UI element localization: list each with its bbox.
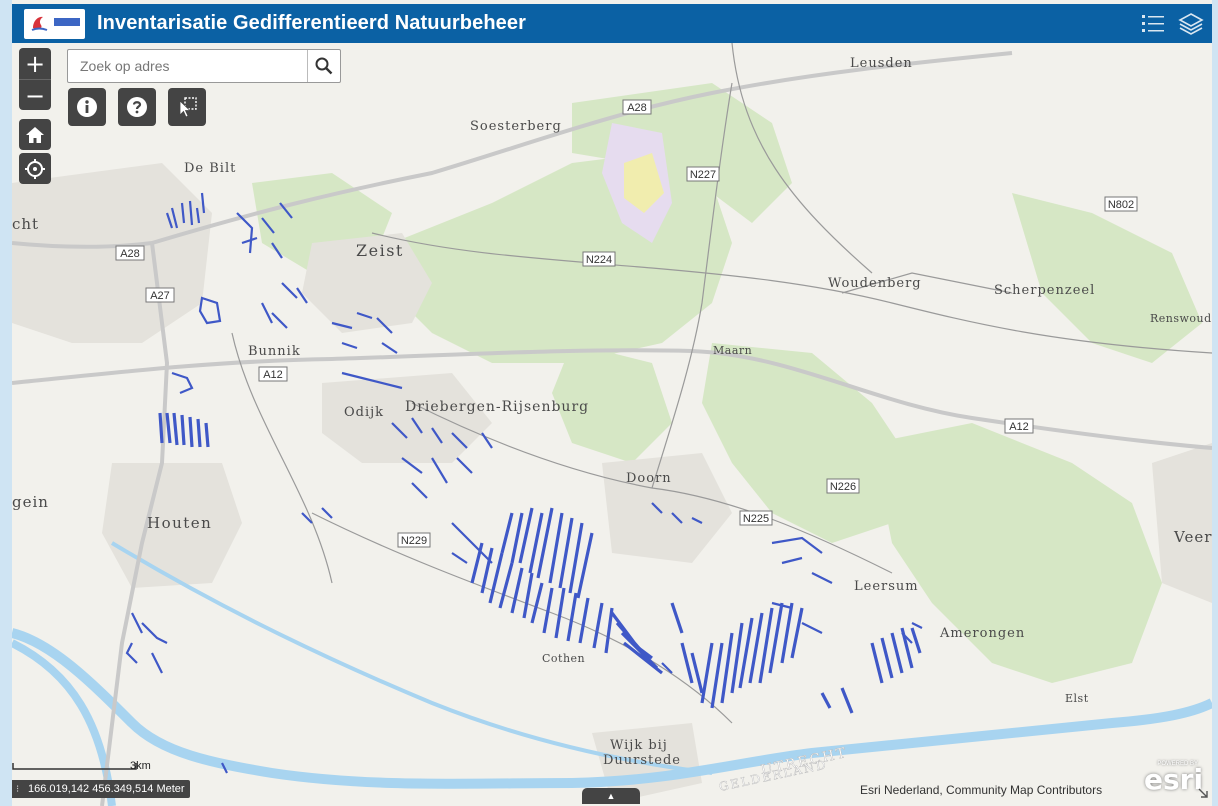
question-icon	[127, 97, 147, 117]
road-shield-a12-east: A12	[1004, 418, 1034, 434]
place-duurstede: Duurstede	[603, 753, 681, 768]
map-view[interactable]: A28 N227 N802 A28 N224 A27 A12 A12 N226 …	[12, 43, 1212, 806]
magnifier-icon	[315, 57, 333, 75]
home-icon	[26, 126, 44, 143]
bird-logo-icon	[31, 16, 48, 31]
place-wijk-bij: Wijk bij	[610, 738, 668, 753]
road-shield-a28-north: A28	[622, 99, 652, 115]
road-shield-n224: N224	[582, 251, 616, 267]
place-maarn: Maarn	[713, 344, 752, 357]
app-header: Inventarisatie Gedifferentieerd Natuurbe…	[12, 4, 1212, 43]
road-shield-n227: N227	[686, 166, 720, 182]
home-button[interactable]	[19, 119, 51, 150]
zoom-in-button[interactable]: +	[19, 48, 51, 80]
search-widget	[67, 49, 341, 83]
svg-text:N229: N229	[401, 535, 427, 547]
road-shield-a27: A27	[145, 287, 175, 303]
info-button[interactable]	[68, 88, 106, 126]
road-shield-n802: N802	[1104, 196, 1138, 212]
place-driebergen: Driebergen-Rijsenburg	[405, 399, 589, 415]
place-nieuwegein: gein	[12, 493, 49, 511]
locate-icon	[25, 158, 45, 179]
place-cothen: Cothen	[542, 652, 585, 665]
info-icon	[77, 97, 97, 117]
place-zeist: Zeist	[356, 241, 404, 260]
svg-text:A28: A28	[627, 102, 647, 114]
road-shield-n225: N225	[739, 510, 773, 526]
map-attribution: Esri Nederland, Community Map Contributo…	[860, 783, 1103, 797]
zoom-control: + −	[19, 48, 51, 110]
place-scherpenzeel: Scherpenzeel	[994, 283, 1095, 298]
place-elst: Elst	[1065, 692, 1089, 705]
logo-bar	[54, 17, 80, 26]
place-de-bilt: De Bilt	[184, 161, 236, 176]
svg-text:N226: N226	[830, 481, 856, 493]
place-leersum: Leersum	[854, 579, 919, 594]
app-logo	[24, 8, 85, 39]
place-houten: Houten	[147, 514, 212, 532]
svg-text:A28: A28	[120, 248, 140, 260]
coordinate-menu-icon[interactable]: ⁝	[16, 784, 24, 795]
basemap: A28 N227 N802 A28 N224 A27 A12 A12 N226 …	[12, 43, 1212, 806]
road-shield-n226: N226	[826, 478, 860, 494]
place-doorn: Doorn	[626, 471, 672, 486]
resize-corner-icon[interactable]	[1197, 787, 1209, 799]
app-frame: Inventarisatie Gedifferentieerd Natuurbe…	[12, 0, 1212, 806]
chevron-up-icon: ▲	[606, 791, 616, 801]
road-shield-a12-west: A12	[258, 366, 288, 382]
svg-text:A12: A12	[263, 369, 283, 381]
road-shield-a28-west: A28	[115, 245, 145, 261]
scale-bar	[12, 763, 137, 770]
place-woudenberg: Woudenberg	[828, 276, 922, 291]
svg-text:N802: N802	[1108, 199, 1134, 211]
esri-logo[interactable]: POWERED BY esri	[1144, 761, 1204, 803]
panel-toggle-tab[interactable]: ▲	[582, 788, 640, 804]
place-amerongen: Amerongen	[939, 626, 1025, 641]
coordinate-readout: ⁝ 166.019,142 456.349,514 Meter	[12, 780, 190, 798]
pointer-select-icon	[179, 97, 197, 118]
place-soesterberg: Soesterberg	[470, 119, 562, 134]
search-input[interactable]	[78, 51, 307, 81]
svg-text:N225: N225	[743, 513, 769, 525]
place-leusden: Leusden	[850, 56, 913, 71]
search-button[interactable]	[307, 50, 340, 82]
place-renswoude: Renswoud	[1150, 312, 1212, 325]
legend-list-icon[interactable]	[1140, 11, 1166, 37]
scale-label: 3km	[130, 760, 151, 772]
svg-text:A12: A12	[1009, 421, 1029, 433]
svg-text:N227: N227	[690, 169, 716, 181]
app-title: Inventarisatie Gedifferentieerd Natuurbe…	[97, 12, 526, 34]
zoom-out-button[interactable]: −	[19, 80, 51, 111]
help-button[interactable]	[118, 88, 156, 126]
locate-button[interactable]	[19, 153, 51, 184]
place-bunnik: Bunnik	[248, 344, 301, 359]
layers-stack-icon[interactable]	[1178, 11, 1204, 37]
coordinate-value: 166.019,142 456.349,514 Meter	[28, 783, 185, 795]
road-shield-n229: N229	[397, 532, 431, 548]
svg-text:N224: N224	[586, 254, 612, 266]
place-utrecht: cht	[12, 215, 39, 233]
place-odijk: Odijk	[344, 405, 384, 420]
place-veenendaal: Veer	[1173, 528, 1212, 546]
svg-text:A27: A27	[150, 290, 170, 302]
esri-wordmark: esri	[1144, 763, 1204, 796]
select-button[interactable]	[168, 88, 206, 126]
